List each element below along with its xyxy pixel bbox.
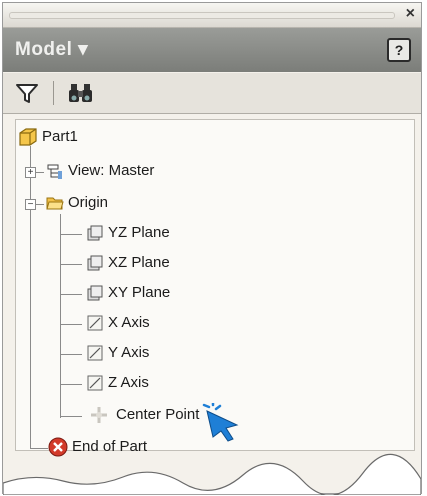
tree-item-part1[interactable]: Part1 xyxy=(16,124,216,150)
tree-line xyxy=(60,416,82,417)
chevron-down-icon: ▾ xyxy=(78,39,89,60)
tree-item-label: View: Master xyxy=(68,162,155,179)
tree-line xyxy=(60,324,82,325)
close-icon[interactable]: × xyxy=(406,5,415,23)
binoculars-icon[interactable] xyxy=(67,79,95,107)
tree-item-label: Part1 xyxy=(42,128,78,145)
model-tree: Part1 + View: Master − Origin YZ Plane X… xyxy=(15,119,415,457)
tree-item-origin[interactable]: Origin xyxy=(44,190,244,216)
expand-icon[interactable]: + xyxy=(25,167,36,178)
work-plane-icon xyxy=(87,285,103,301)
panel-grip-bar[interactable]: × xyxy=(3,3,421,28)
work-axis-icon xyxy=(87,375,103,391)
tree-item-view-master[interactable]: View: Master xyxy=(44,158,244,184)
work-axis-icon xyxy=(87,315,103,331)
tree-line xyxy=(60,294,82,295)
model-browser-panel: × Model ▾ ? Part1 + View: Master − Origi… xyxy=(2,2,422,495)
tree-line xyxy=(60,234,82,235)
tree-item-label: XY Plane xyxy=(108,284,171,301)
filter-icon[interactable] xyxy=(13,79,41,107)
tree-item-xz-plane[interactable]: XZ Plane xyxy=(86,250,286,276)
folder-open-icon xyxy=(46,197,64,210)
panel-header: Model ▾ ? xyxy=(3,28,421,72)
mouse-cursor-icon xyxy=(202,403,239,442)
tree-item-xy-plane[interactable]: XY Plane xyxy=(86,280,286,306)
tree-line xyxy=(30,146,31,448)
tree-item-label: YZ Plane xyxy=(108,224,170,241)
toolbar-divider xyxy=(53,81,54,105)
tree-item-label: XZ Plane xyxy=(108,254,170,271)
tree-item-label: Origin xyxy=(68,194,109,211)
tree-item-label: X Axis xyxy=(108,314,150,331)
torn-edge-decoration xyxy=(3,453,421,495)
help-button[interactable]: ? xyxy=(387,38,411,62)
tree-item-z-axis[interactable]: Z Axis xyxy=(86,370,286,396)
browser-toolbar xyxy=(3,73,421,114)
tree-item-x-axis[interactable]: X Axis xyxy=(86,310,286,336)
work-point-icon xyxy=(91,407,107,423)
model-dropdown[interactable]: Model ▾ xyxy=(15,38,88,61)
tree-line xyxy=(60,384,82,385)
collapse-icon[interactable]: − xyxy=(25,199,36,210)
panel-title: Model xyxy=(15,39,73,60)
tree-item-center-point[interactable]: Center Point xyxy=(86,402,286,428)
work-axis-icon xyxy=(87,345,103,361)
part-icon xyxy=(19,128,37,146)
tree-item-yz-plane[interactable]: YZ Plane xyxy=(86,220,286,246)
view-representation-icon xyxy=(47,164,62,179)
tree-line xyxy=(60,264,82,265)
work-plane-icon xyxy=(87,255,103,271)
tree-line xyxy=(60,214,61,418)
tree-item-y-axis[interactable]: Y Axis xyxy=(86,340,286,366)
tree-item-label: Z Axis xyxy=(108,374,149,391)
work-plane-icon xyxy=(87,225,103,241)
tree-item-label: Y Axis xyxy=(108,344,150,361)
tree-item-label: Center Point xyxy=(116,406,200,423)
grip-line xyxy=(9,12,395,19)
tree-line xyxy=(60,354,82,355)
